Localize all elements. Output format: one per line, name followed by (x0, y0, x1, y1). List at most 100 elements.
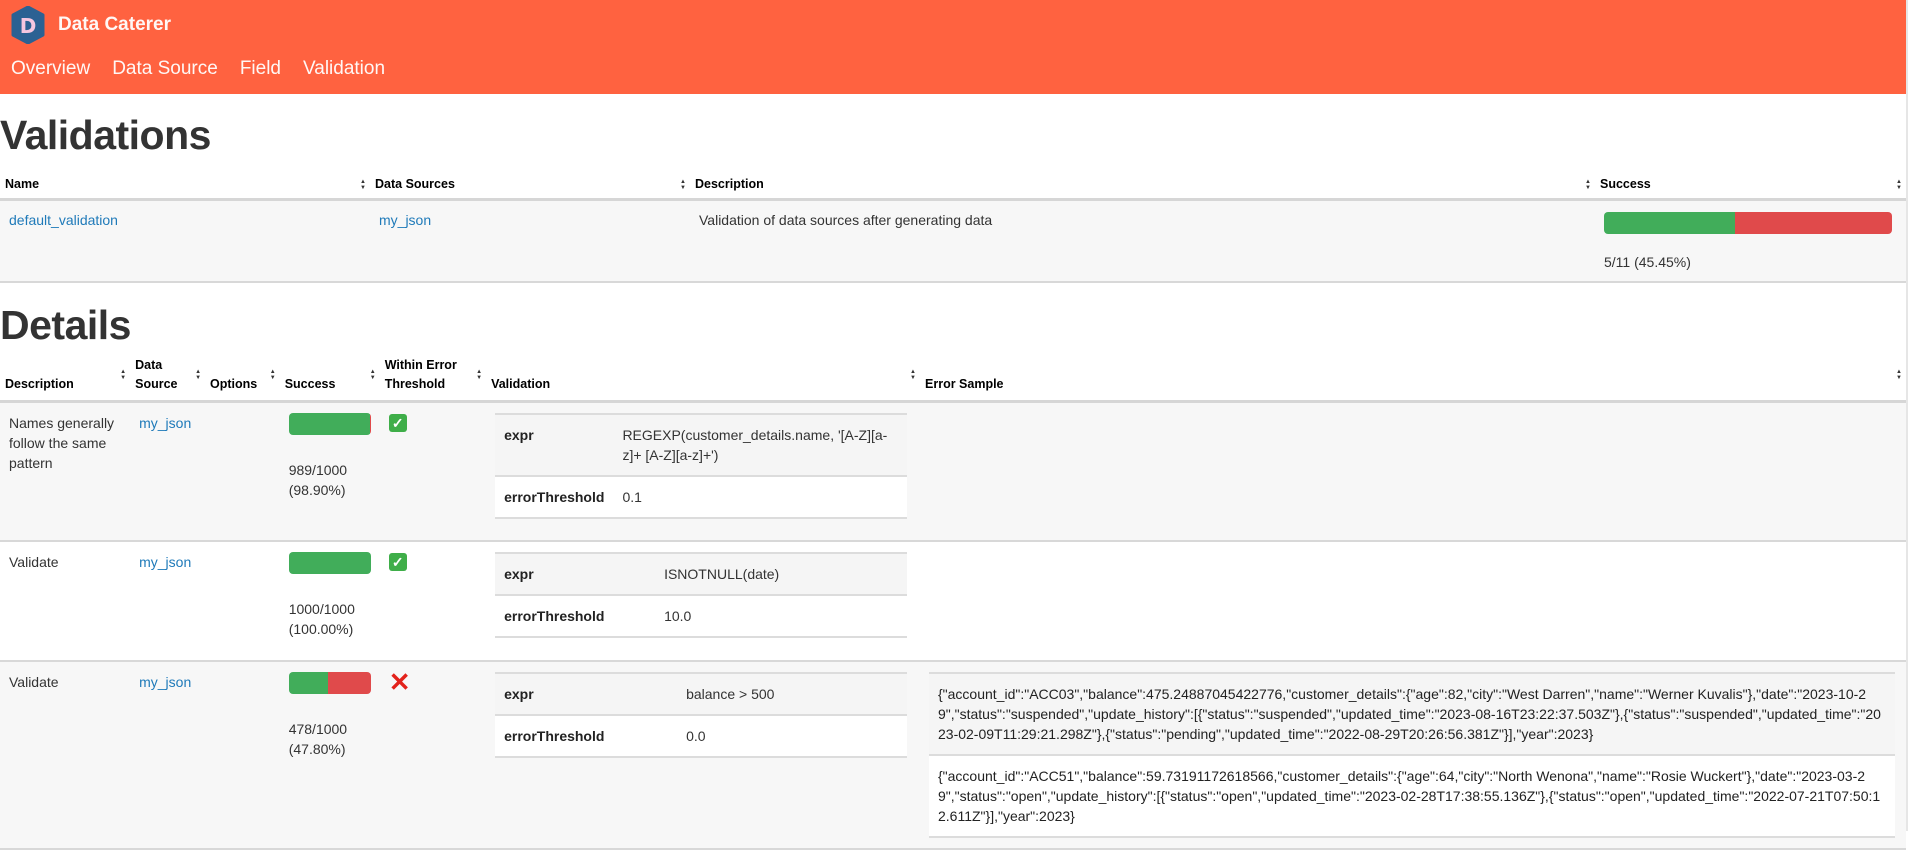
validation-param-row: errorThreshold 0.0 (495, 715, 908, 757)
within-threshold-cell: ✕ (380, 661, 486, 849)
success-count: 478/1000 (288, 721, 348, 737)
validation-param-row: expr REGEXP(customer_details.name, '[A-Z]… (495, 413, 908, 476)
column-header-options[interactable]: Options (205, 355, 280, 401)
param-key: errorThreshold (504, 608, 605, 624)
detail-row: Validate my_json 478/1000 (47.80%) ✕ exp… (0, 661, 1906, 849)
column-header-name[interactable]: Name (0, 170, 370, 199)
validation-param-row: expr ISNOTNULL(date) (495, 553, 908, 595)
details-title: Details (0, 302, 131, 348)
validations-header-row: Name Data Sources Description Success (0, 170, 1906, 199)
failure-bar-segment (369, 412, 371, 435)
sort-icon[interactable] (270, 369, 276, 381)
validation-param-row: errorThreshold 0.1 (495, 475, 908, 518)
column-header-success[interactable]: Success (1595, 170, 1906, 199)
validation-name-link[interactable]: default_validation (9, 212, 118, 228)
column-header-data-source[interactable]: Data Source (130, 355, 205, 401)
param-key: expr (504, 426, 534, 443)
success-bar-segment (288, 672, 328, 694)
detail-description: Validate (9, 674, 59, 690)
check-icon: ✓ (388, 553, 407, 571)
error-sample-row: {"account_id":"ACC51","balance":59.73191… (929, 755, 1895, 837)
detail-description: Validate (9, 554, 59, 570)
validation-params-table: expr ISNOTNULL(date) errorThreshold 10.0 (495, 552, 908, 638)
svg-text:D: D (20, 14, 37, 38)
sort-icon[interactable] (476, 369, 482, 381)
param-value: 10.0 (664, 608, 692, 624)
app-title: Data Caterer (58, 14, 171, 35)
validation-row: default_validation my_json Validation of… (0, 199, 1906, 282)
failure-bar-segment (1734, 211, 1892, 234)
sort-icon[interactable] (910, 369, 916, 381)
main-nav: Overview Data Source Field Validation (11, 58, 385, 80)
validations-table: Name Data Sources Description Success de… (0, 170, 1906, 283)
column-header-error-sample[interactable]: Error Sample (920, 355, 1906, 401)
sort-icon[interactable] (680, 179, 686, 191)
success-summary: 478/1000 (47.80%) (289, 719, 371, 759)
detail-description: Names generally follow the same pattern (9, 414, 115, 471)
sort-icon[interactable] (360, 179, 366, 191)
param-key: errorThreshold (504, 488, 605, 505)
success-summary: 989/1000 (98.90%) (289, 460, 371, 500)
column-header-validation[interactable]: Validation (486, 355, 920, 401)
sort-icon[interactable] (370, 369, 376, 381)
sort-icon[interactable] (195, 369, 201, 381)
data-source-link[interactable]: my_json (379, 212, 431, 228)
validation-params-table: expr balance > 500 errorThreshold 0.0 (495, 672, 908, 758)
top-navbar: D Data Caterer Overview Data Source Fiel… (0, 0, 1906, 94)
column-header-description[interactable]: Description (0, 355, 130, 401)
data-source-link[interactable]: my_json (139, 674, 191, 690)
within-threshold-cell: ✓ (380, 541, 486, 661)
success-progress-bar (288, 552, 371, 574)
success-percent: (47.80%) (288, 741, 346, 757)
success-bar-segment (288, 552, 371, 574)
detail-options (205, 661, 280, 849)
success-count: 989/1000 (288, 461, 348, 478)
column-header-description[interactable]: Description (690, 170, 1595, 199)
sort-icon[interactable] (1896, 369, 1902, 381)
success-bar-segment (288, 412, 370, 435)
param-key: expr (504, 566, 534, 582)
validations-title: Validations (0, 112, 211, 158)
column-header-within-error-threshold[interactable]: Within Error Threshold (380, 355, 486, 401)
details-header-row: Description DataSource Options Success W… (0, 355, 1906, 401)
validation-param-row: errorThreshold 10.0 (495, 595, 908, 637)
success-summary: 1000/1000 (100.00%) (289, 599, 371, 639)
success-percent: (100.00%) (288, 621, 354, 637)
sort-icon[interactable] (1896, 179, 1902, 191)
param-value: ISNOTNULL(date) (664, 566, 780, 582)
brand[interactable]: D Data Caterer (10, 6, 171, 44)
nav-overview[interactable]: Overview (11, 58, 90, 80)
success-progress-bar (288, 412, 371, 435)
nav-validation[interactable]: Validation (303, 58, 385, 80)
validation-param-row: expr balance > 500 (495, 673, 908, 715)
detail-row: Validate my_json 1000/1000 (100.00%) ✓ e… (0, 541, 1906, 661)
failure-bar-segment (327, 672, 371, 694)
param-key: expr (504, 686, 534, 702)
success-percent: (98.90%) (288, 481, 346, 498)
detail-row: Names generally follow the same pattern … (0, 401, 1906, 541)
column-header-success[interactable]: Success (280, 355, 380, 401)
success-progress-bar (288, 672, 371, 694)
nav-field[interactable]: Field (240, 58, 281, 80)
validation-description: Validation of data sources after generat… (699, 211, 993, 228)
data-source-link[interactable]: my_json (139, 415, 191, 431)
within-threshold-cell: ✓ (380, 401, 486, 541)
nav-data-source[interactable]: Data Source (112, 58, 218, 80)
param-key: errorThreshold (504, 728, 605, 744)
error-sample-row: {"account_id":"ACC03","balance":475.2488… (929, 673, 1895, 755)
success-summary: 5/11 (45.45%) (1604, 253, 1691, 270)
success-count: 1000/1000 (288, 601, 355, 617)
cross-icon: ✕ (388, 667, 411, 697)
sort-icon[interactable] (120, 369, 126, 381)
param-value: 0.0 (686, 728, 706, 744)
data-source-link[interactable]: my_json (139, 554, 191, 570)
detail-options (205, 541, 280, 661)
column-header-data-sources[interactable]: Data Sources (370, 170, 690, 199)
success-bar-segment (1604, 211, 1735, 234)
check-icon: ✓ (388, 413, 407, 432)
sort-icon[interactable] (1585, 179, 1591, 191)
details-table: Description DataSource Options Success W… (0, 355, 1906, 850)
data-caterer-logo-icon: D (11, 6, 45, 44)
validation-params-table: expr REGEXP(customer_details.name, '[A-Z]… (495, 413, 908, 519)
success-progress-bar (1604, 211, 1892, 234)
